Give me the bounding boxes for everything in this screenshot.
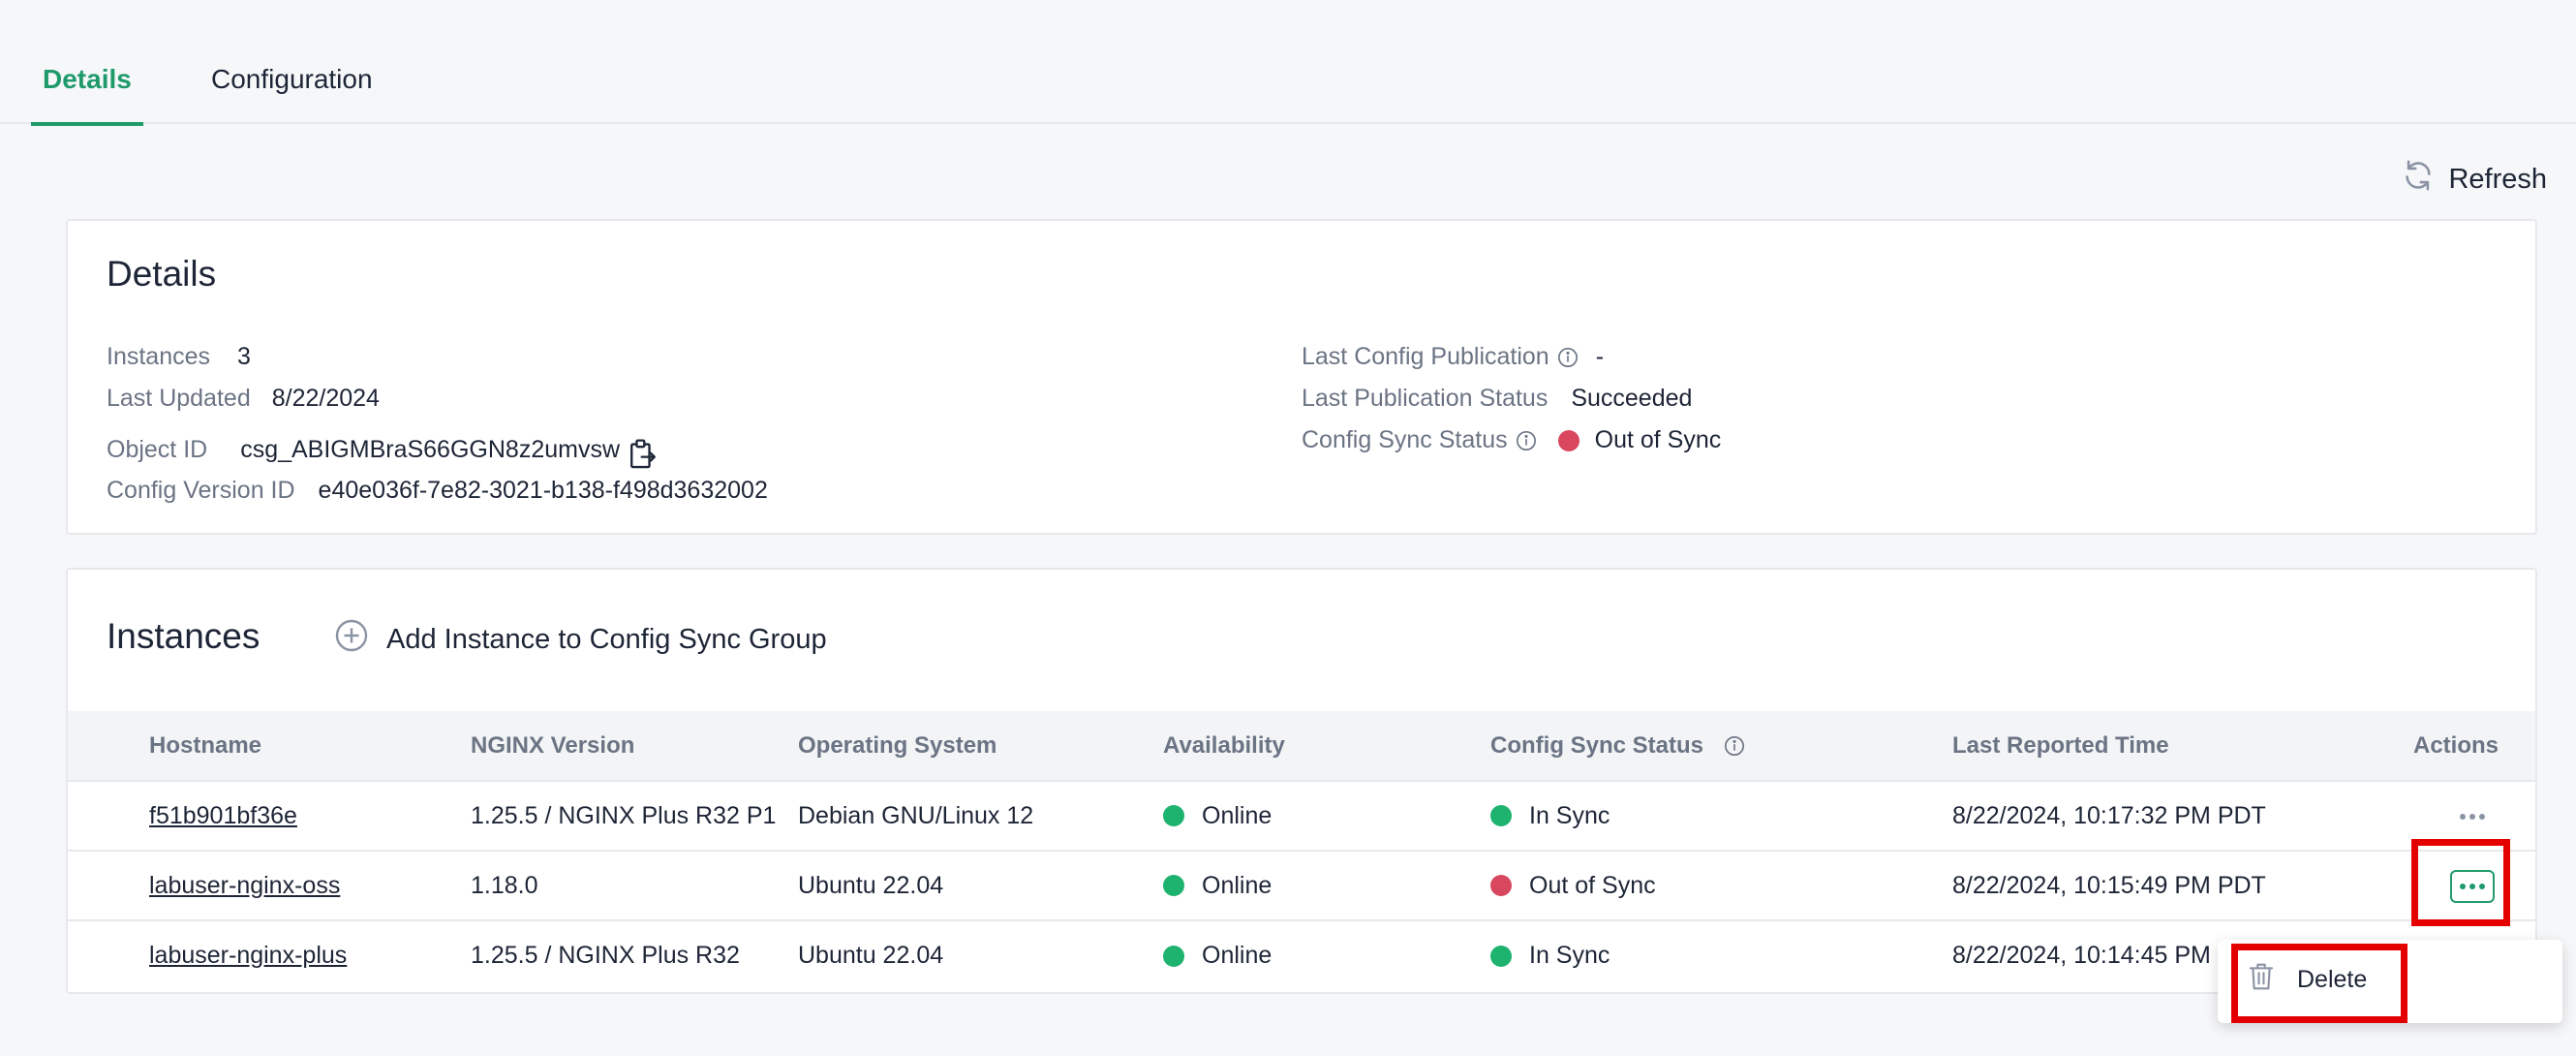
row-actions-button[interactable] [2450,869,2495,903]
nginx-version-cell: 1.25.5 / NGINX Plus R32 P1 [471,801,777,829]
status-dot-green [1163,875,1184,896]
instances-count-value: 3 [237,343,251,370]
refresh-button[interactable]: Refresh [2402,158,2547,201]
last-config-publication-value: - [1595,343,1605,370]
instances-table: Hostname NGINX Version Operating System … [68,711,2535,990]
operating-system-cell: Ubuntu 22.04 [798,942,944,969]
info-icon[interactable] [1557,343,1579,371]
column-header-nginx-version[interactable]: NGINX Version [471,711,798,781]
hostname-link[interactable]: labuser-nginx-plus [149,942,347,969]
last-updated-label: Last Updated [107,385,251,412]
last-reported-time-cell: 8/22/2024, 10:17:32 PM PDT [1952,801,2266,829]
info-icon[interactable] [1724,732,1745,759]
availability-cell: Online [1202,942,1273,969]
add-instance-label: Add Instance to Config Sync Group [386,623,827,655]
instances-card: Instances Add Instance to Config Sync Gr… [66,568,2537,994]
nginx-version-cell: 1.25.5 / NGINX Plus R32 [471,942,740,969]
config-version-label: Config Version ID [107,477,295,504]
table-header-row: Hostname NGINX Version Operating System … [68,711,2535,781]
availability-cell: Online [1202,801,1273,829]
object-id-value: csg_ABIGMBraS66GGN8z2umvsw [240,436,620,463]
sync-status-cell: In Sync [1529,942,1610,969]
info-icon[interactable] [1516,426,1537,454]
config-sync-status-value: Out of Sync [1594,426,1722,453]
tab-details[interactable]: Details [31,64,143,126]
instances-count-label: Instances [107,343,211,370]
hostname-link[interactable]: labuser-nginx-oss [149,872,340,899]
config-version-field: Config Version ID e40e036f-7e82-3021-b13… [107,477,768,505]
config-sync-status-label: Config Sync Status [1302,426,1508,453]
last-updated-value: 8/22/2024 [271,385,380,412]
table-row: labuser-nginx-plus 1.25.5 / NGINX Plus R… [68,920,2535,990]
config-version-value: e40e036f-7e82-3021-b138-f498d3632002 [318,477,768,504]
details-title: Details [107,254,217,294]
sync-status-cell: In Sync [1529,801,1610,829]
status-dot-green [1163,805,1184,826]
nginx-version-cell: 1.18.0 [471,871,538,899]
instances-title: Instances [107,616,261,656]
column-header-config-sync-status-label: Config Sync Status [1490,731,1704,759]
column-header-last-reported-time[interactable]: Last Reported Time [1952,711,2413,781]
trash-icon [2247,961,2276,999]
object-id-label: Object ID [107,436,208,463]
availability-cell: Online [1202,871,1273,899]
last-reported-time-cell: 8/22/2024, 10:15:49 PM PDT [1952,871,2266,899]
tab-configuration[interactable]: Configuration [211,64,373,124]
copy-icon[interactable] [628,438,659,478]
operating-system-cell: Ubuntu 22.04 [798,871,944,899]
config-sync-status-field: Config Sync Status Out of Sync [1302,426,1721,454]
last-publication-status-label: Last Publication Status [1302,385,1549,412]
instances-count-field: Instances 3 [107,343,251,371]
more-horizontal-icon [2460,883,2485,889]
column-header-availability[interactable]: Availability [1163,711,1490,781]
status-dot-red [1490,875,1512,896]
column-header-config-sync-status[interactable]: Config Sync Status [1490,711,1952,781]
table-row: f51b901bf36e 1.25.5 / NGINX Plus R32 P1 … [68,781,2535,851]
refresh-label: Refresh [2448,163,2547,195]
delete-menu-item[interactable]: Delete [2247,961,2367,999]
delete-label: Delete [2297,966,2368,993]
column-header-actions: Actions [2413,731,2499,759]
row-actions-menu: Delete [2218,940,2562,1023]
last-config-publication-label: Last Config Publication [1302,343,1549,370]
column-header-hostname[interactable]: Hostname [149,711,471,781]
details-card: Details Instances 3 Last Updated 8/22/20… [66,219,2537,535]
object-id-field: Object ID csg_ABIGMBraS66GGN8z2umvsw [107,422,659,478]
status-dot-green [1490,945,1512,967]
status-dot-green [1163,945,1184,967]
hostname-link[interactable]: f51b901bf36e [149,802,297,829]
last-publication-status-value: Succeeded [1571,385,1693,412]
status-dot-red [1557,429,1579,451]
last-config-publication-field: Last Config Publication - [1302,343,1604,371]
status-dot-green [1490,805,1512,826]
more-horizontal-icon [2460,813,2485,820]
table-row: labuser-nginx-oss 1.18.0 Ubuntu 22.04 On… [68,851,2535,920]
plus-circle-icon [334,618,369,661]
operating-system-cell: Debian GNU/Linux 12 [798,801,1034,829]
refresh-icon [2402,159,2435,200]
last-publication-status-field: Last Publication Status Succeeded [1302,385,1692,413]
tab-bar: Details Configuration [0,0,2576,126]
add-instance-button[interactable]: Add Instance to Config Sync Group [334,618,827,661]
last-updated-field: Last Updated 8/22/2024 [107,385,380,413]
row-actions-button[interactable] [2450,800,2495,833]
sync-status-cell: Out of Sync [1529,871,1656,899]
column-header-operating-system[interactable]: Operating System [798,711,1163,781]
